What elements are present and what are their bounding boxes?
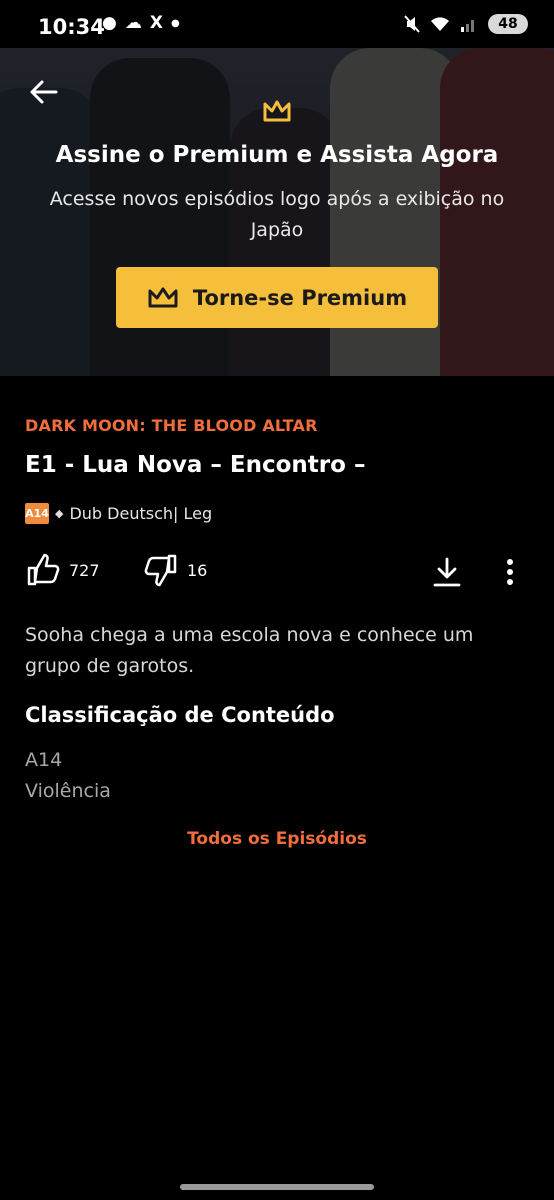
like-count: 727 bbox=[69, 560, 100, 580]
content-rating-heading: Classificação de Conteúdo bbox=[25, 703, 335, 727]
battery-indicator: 48 bbox=[488, 14, 528, 34]
separator-dot-icon: ◆ bbox=[55, 507, 64, 520]
system-icons: 48 bbox=[404, 14, 528, 34]
age-rating-badge: A14 bbox=[25, 503, 49, 524]
notification-icons: ● ☁ X ● bbox=[102, 13, 180, 33]
home-indicator[interactable] bbox=[180, 1184, 374, 1190]
dislike-count: 16 bbox=[187, 560, 208, 580]
battery-level: 48 bbox=[498, 16, 518, 32]
status-time: 10:34 bbox=[38, 15, 105, 39]
download-icon[interactable] bbox=[433, 556, 461, 588]
like-button[interactable]: 727 bbox=[25, 552, 100, 588]
episode-actions: 727 16 bbox=[25, 552, 529, 592]
become-premium-button[interactable]: Torne-se Premium bbox=[116, 267, 438, 328]
mute-icon bbox=[404, 15, 420, 33]
dislike-button[interactable]: 16 bbox=[143, 552, 207, 588]
content-rating-item: Violência bbox=[25, 780, 111, 802]
premium-hero-banner: Assine o Premium e Assista Agora Acesse … bbox=[0, 48, 554, 376]
episode-title: E1 - Lua Nova – Encontro – bbox=[25, 452, 366, 478]
crown-icon bbox=[148, 287, 178, 307]
series-title-link[interactable]: DARK MOON: THE BLOOD ALTAR bbox=[25, 416, 318, 435]
all-episodes-link[interactable]: Todos os Episódios bbox=[0, 829, 554, 849]
episode-description: Sooha chega a uma escola nova e conhece … bbox=[25, 624, 474, 677]
dot-icon: ● bbox=[170, 17, 180, 29]
cloud-icon: ☁ bbox=[124, 13, 142, 33]
content-rating-list: A14 Violência bbox=[25, 745, 111, 807]
premium-title: Assine o Premium e Assista Agora bbox=[55, 142, 499, 168]
crown-icon bbox=[263, 100, 291, 122]
x-logo-icon: X bbox=[149, 13, 163, 33]
premium-subtitle: Acesse novos episódios logo após a exibi… bbox=[49, 188, 505, 241]
back-arrow-icon[interactable] bbox=[28, 76, 60, 108]
thumbs-up-icon bbox=[27, 553, 60, 586]
more-options-icon[interactable] bbox=[503, 556, 517, 588]
audio-subtitle-info: Dub Deutsch| Leg bbox=[69, 504, 213, 523]
wifi-icon bbox=[431, 17, 449, 31]
thumbs-down-icon bbox=[144, 554, 177, 587]
become-premium-label: Torne-se Premium bbox=[192, 285, 408, 310]
content-rating-item: A14 bbox=[25, 749, 63, 771]
signal-icon bbox=[461, 20, 474, 32]
episode-meta: A14 ◆ Dub Deutsch| Leg bbox=[25, 503, 212, 524]
chat-bubble-icon: ● bbox=[102, 13, 117, 33]
